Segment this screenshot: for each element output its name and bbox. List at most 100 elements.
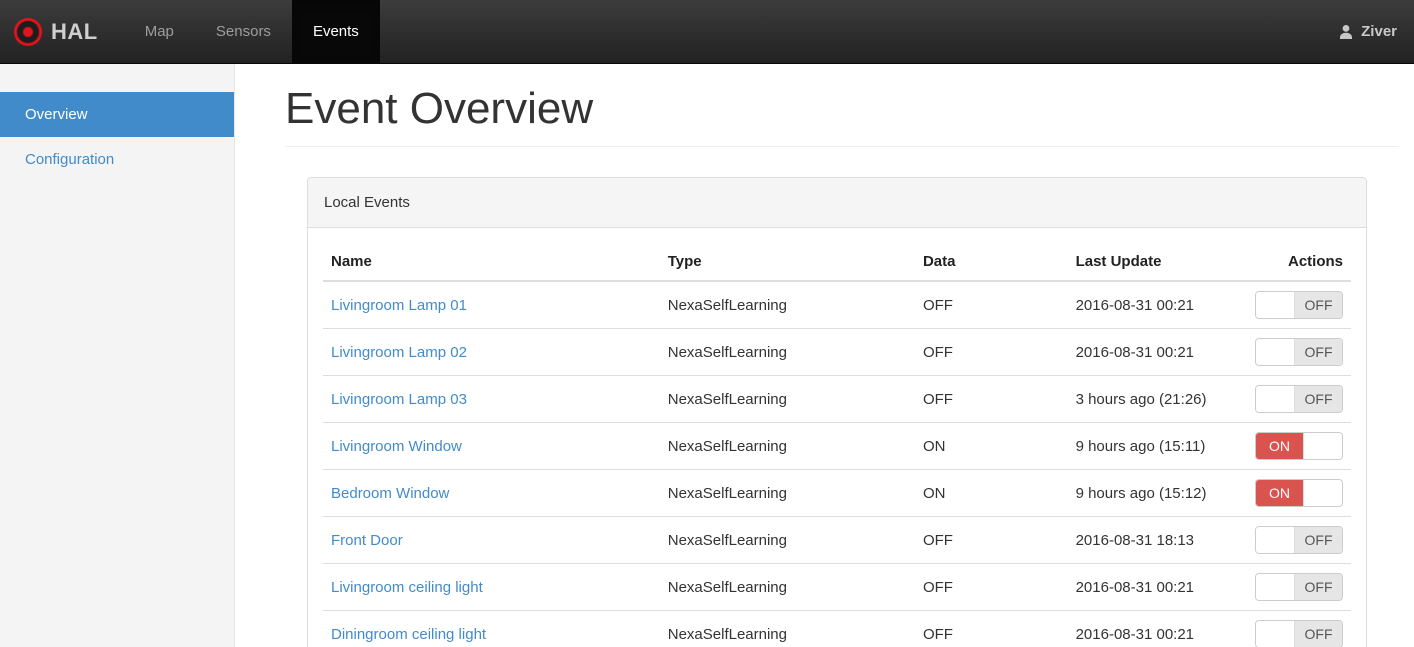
event-last-update-cell: 9 hours ago (15:12) (1067, 469, 1247, 518)
toggle-state-label: OFF (1295, 574, 1342, 601)
event-name-cell: Livingroom Lamp 02 (323, 328, 660, 377)
event-name-link[interactable]: Livingroom ceiling light (331, 579, 483, 596)
event-actions-cell: OFF (1246, 328, 1351, 377)
event-row: Livingroom Lamp 03 NexaSelfLearning OFF … (323, 375, 1351, 424)
toggle-handle (1256, 527, 1295, 554)
event-type-cell: NexaSelfLearning (659, 422, 915, 471)
events-table: Name Type Data Last Update Actions Livin… (323, 243, 1351, 647)
event-last-update-cell: 2016-08-31 18:13 (1067, 516, 1247, 565)
panel-body: Name Type Data Last Update Actions Livin… (308, 228, 1366, 647)
event-data-cell: OFF (914, 516, 1068, 565)
event-name-cell: Livingroom Lamp 01 (323, 281, 660, 330)
event-name-link[interactable]: Livingroom Lamp 02 (331, 344, 467, 361)
event-row: Diningroom ceiling light NexaSelfLearnin… (323, 610, 1351, 647)
toggle-state-label: OFF (1295, 339, 1342, 366)
event-last-update-cell: 9 hours ago (15:11) (1067, 422, 1247, 471)
event-actions-cell: OFF (1246, 563, 1351, 612)
toggle-handle (1303, 433, 1342, 460)
power-toggle[interactable]: OFF (1255, 291, 1343, 320)
event-type-cell: NexaSelfLearning (659, 469, 915, 518)
event-last-update-cell: 2016-08-31 00:21 (1067, 610, 1247, 647)
user-icon (1338, 24, 1354, 40)
event-actions-cell: OFF (1246, 281, 1351, 330)
event-row: Livingroom ceiling light NexaSelfLearnin… (323, 563, 1351, 612)
brand-label: HAL (51, 18, 98, 44)
toggle-state-label: OFF (1295, 527, 1342, 554)
event-name-link[interactable]: Livingroom Lamp 01 (331, 297, 467, 314)
nav-item-sensors[interactable]: Sensors (195, 0, 292, 63)
event-data-cell: OFF (914, 281, 1068, 330)
column-header-last-update: Last Update (1067, 243, 1247, 283)
power-toggle[interactable]: OFF (1255, 526, 1343, 555)
toggle-handle (1303, 480, 1342, 507)
event-row: Livingroom Lamp 01 NexaSelfLearning OFF … (323, 281, 1351, 330)
event-actions-cell: OFF (1246, 610, 1351, 647)
event-row: Bedroom Window NexaSelfLearning ON 9 hou… (323, 469, 1351, 518)
event-name-link[interactable]: Livingroom Lamp 03 (331, 391, 467, 408)
event-name-cell: Bedroom Window (323, 469, 660, 518)
power-toggle[interactable]: ON (1255, 432, 1343, 461)
event-name-cell: Front Door (323, 516, 660, 565)
event-data-cell: ON (914, 469, 1068, 518)
main-content: Event Overview Local Events Name Type Da… (235, 64, 1414, 647)
local-events-panel: Local Events Name Type Data Last Update … (307, 177, 1367, 647)
toggle-handle (1256, 621, 1295, 647)
brand[interactable]: HAL (0, 0, 114, 63)
column-header-type: Type (659, 243, 915, 283)
hal-logo-icon (14, 17, 42, 46)
user-menu[interactable]: Ziver (1321, 0, 1414, 63)
events-table-body: Livingroom Lamp 01 NexaSelfLearning OFF … (323, 281, 1351, 647)
column-header-actions: Actions (1246, 243, 1351, 283)
event-data-cell: OFF (914, 610, 1068, 647)
page-title: Event Overview (285, 85, 1399, 148)
event-name-cell: Livingroom Lamp 03 (323, 375, 660, 424)
event-row: Livingroom Lamp 02 NexaSelfLearning OFF … (323, 328, 1351, 377)
toggle-state-label: OFF (1295, 292, 1342, 319)
toggle-state-label: ON (1256, 433, 1303, 460)
event-name-cell: Livingroom ceiling light (323, 563, 660, 612)
sidebar-item-configuration[interactable]: Configuration (0, 137, 234, 182)
toggle-handle (1256, 339, 1295, 366)
event-data-cell: OFF (914, 328, 1068, 377)
top-navbar: HAL Map Sensors Events Ziver (0, 0, 1414, 64)
event-name-link[interactable]: Diningroom ceiling light (331, 626, 486, 643)
panel-title: Local Events (308, 178, 1366, 229)
nav-item-events[interactable]: Events (291, 0, 380, 63)
event-name-link[interactable]: Livingroom Window (331, 438, 462, 455)
power-toggle[interactable]: OFF (1255, 620, 1343, 647)
table-header-row: Name Type Data Last Update Actions (323, 243, 1351, 283)
nav-item-map[interactable]: Map (124, 0, 195, 63)
toggle-state-label: OFF (1295, 386, 1342, 413)
event-data-cell: OFF (914, 563, 1068, 612)
power-toggle[interactable]: OFF (1255, 338, 1343, 367)
power-toggle[interactable]: ON (1255, 479, 1343, 508)
event-name-cell: Diningroom ceiling light (323, 610, 660, 647)
toggle-state-label: OFF (1295, 621, 1342, 647)
event-last-update-cell: 2016-08-31 00:21 (1067, 328, 1247, 377)
event-type-cell: NexaSelfLearning (659, 516, 915, 565)
event-data-cell: OFF (914, 375, 1068, 424)
column-header-name: Name (323, 243, 660, 283)
power-toggle[interactable]: OFF (1255, 573, 1343, 602)
sidebar: Overview Configuration (0, 64, 235, 647)
event-type-cell: NexaSelfLearning (659, 563, 915, 612)
column-header-data: Data (914, 243, 1068, 283)
event-type-cell: NexaSelfLearning (659, 328, 915, 377)
user-name: Ziver (1361, 23, 1397, 40)
power-toggle[interactable]: OFF (1255, 385, 1343, 414)
event-name-link[interactable]: Bedroom Window (331, 485, 449, 502)
sidebar-item-overview[interactable]: Overview (0, 92, 234, 137)
event-name-cell: Livingroom Window (323, 422, 660, 471)
event-last-update-cell: 2016-08-31 00:21 (1067, 563, 1247, 612)
event-actions-cell: ON (1246, 469, 1351, 518)
toggle-handle (1256, 386, 1295, 413)
event-actions-cell: OFF (1246, 516, 1351, 565)
event-actions-cell: OFF (1246, 375, 1351, 424)
toggle-handle (1256, 292, 1295, 319)
event-actions-cell: ON (1246, 422, 1351, 471)
event-last-update-cell: 3 hours ago (21:26) (1067, 375, 1247, 424)
event-name-link[interactable]: Front Door (331, 532, 403, 549)
event-type-cell: NexaSelfLearning (659, 375, 915, 424)
event-last-update-cell: 2016-08-31 00:21 (1067, 281, 1247, 330)
toggle-state-label: ON (1256, 480, 1303, 507)
